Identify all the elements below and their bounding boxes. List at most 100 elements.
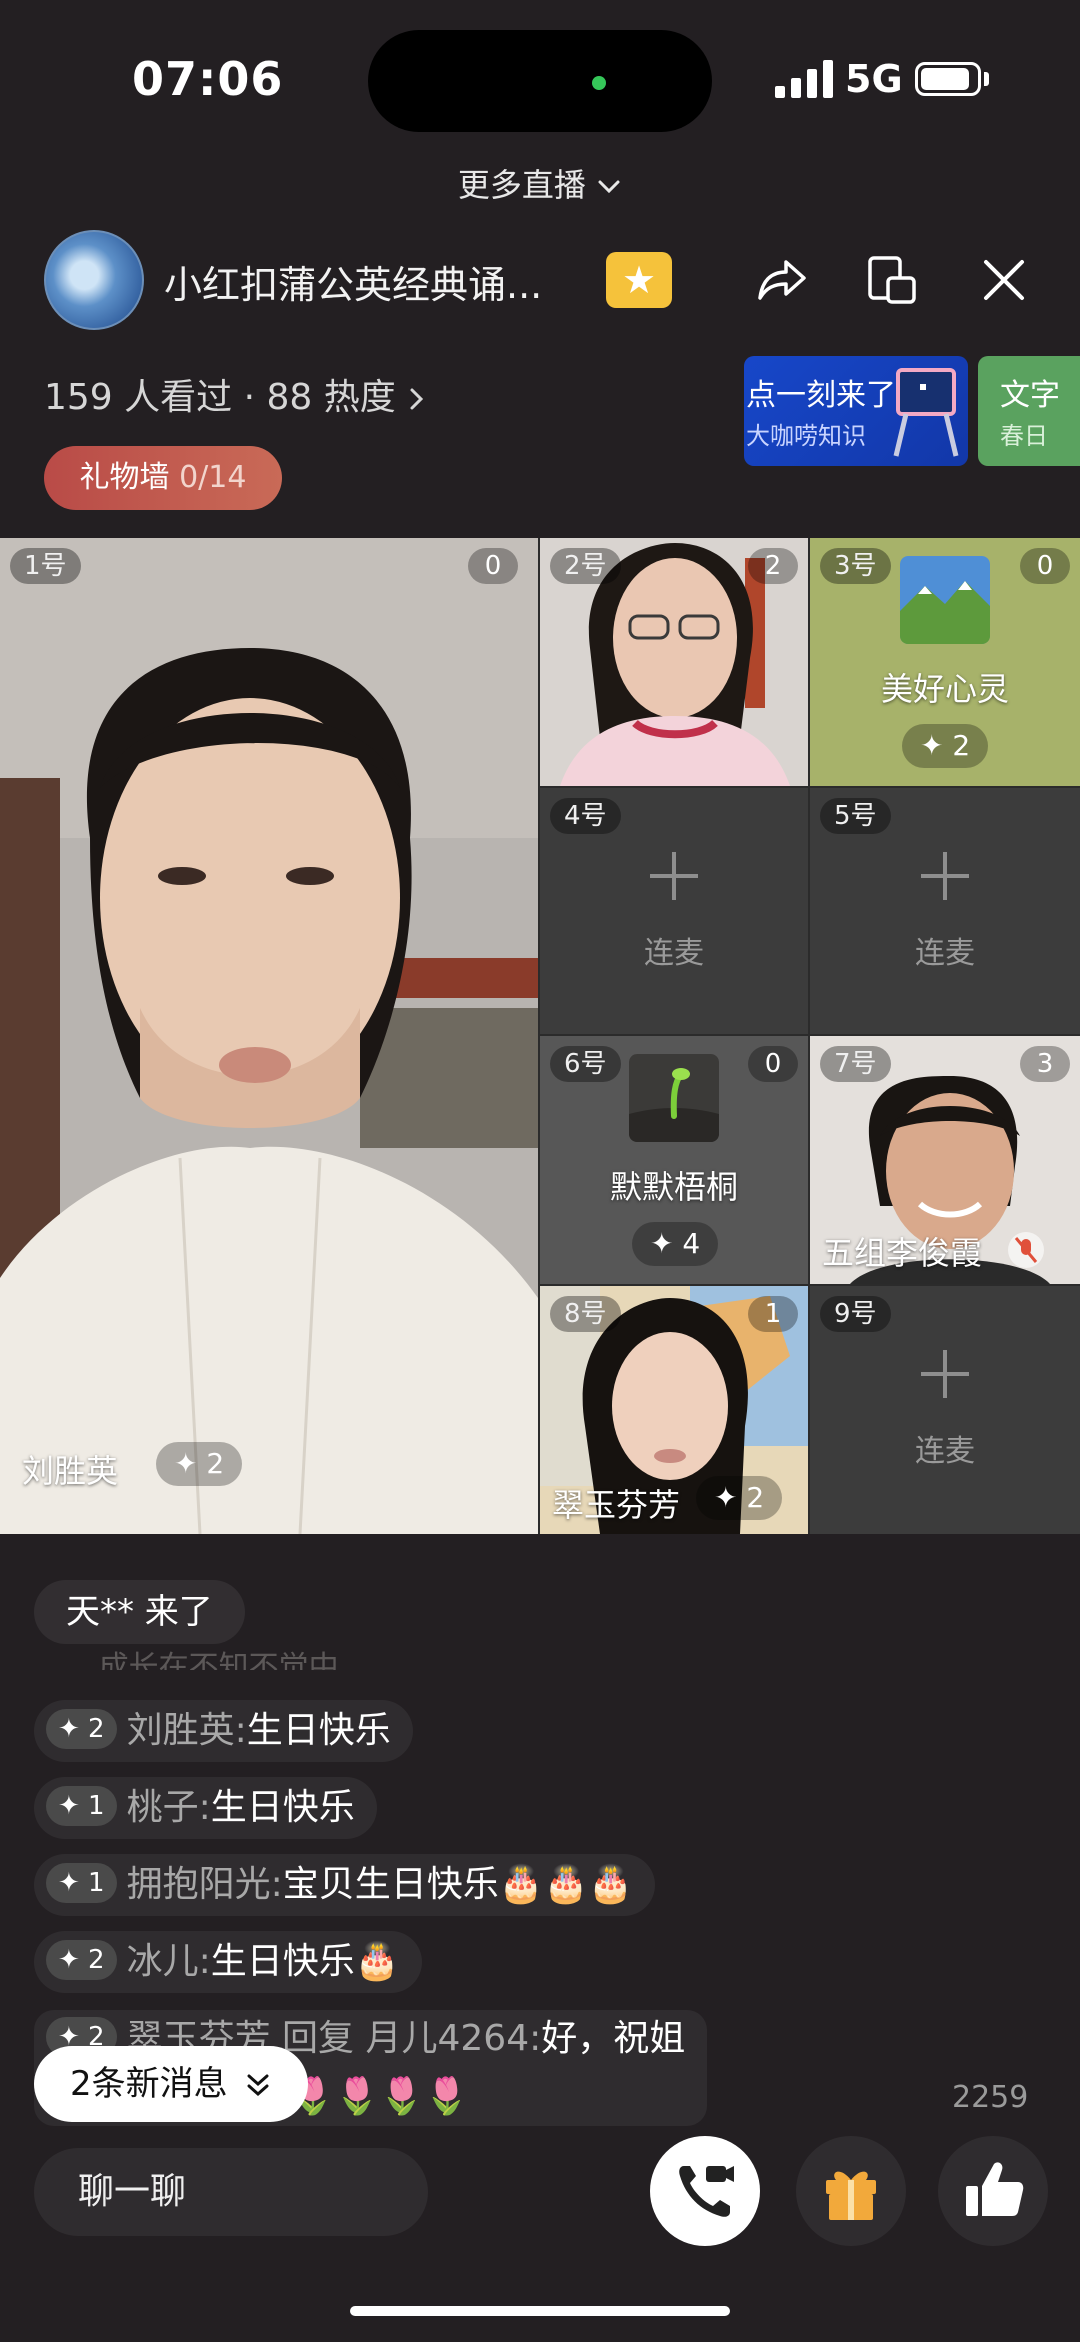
seat-gift-count: 1 (748, 1296, 798, 1332)
seat-spark-badge: ✦ 2 (902, 724, 989, 768)
chevron-down-icon (598, 180, 620, 194)
chat-input[interactable]: 聊一聊 (34, 2148, 428, 2236)
seat-spark-badge: ✦ 2 (696, 1476, 783, 1520)
seat-gift-count: 0 (468, 548, 518, 584)
new-messages-label: 2条新消息 (70, 2064, 228, 2104)
promo-subtitle: 春日 (1000, 422, 1048, 450)
home-indicator[interactable] (350, 2306, 730, 2316)
seat-number: 8号 (550, 1296, 621, 1332)
seat-7[interactable]: 7号 3 五组李俊霞 (810, 1036, 1080, 1284)
seat-4[interactable]: 4号 连麦 (540, 788, 808, 1034)
seat-8[interactable]: 8号 1 翠玉芬芳 ✦ 2 (540, 1286, 808, 1534)
plus-icon (921, 1350, 969, 1398)
dynamic-island (368, 30, 712, 132)
chat-text: 生日快乐 (246, 1710, 391, 1751)
seat-number: 5号 (820, 798, 891, 834)
star-badge-icon[interactable]: ★ (606, 252, 672, 308)
host-avatar[interactable] (44, 230, 144, 330)
gift-button[interactable] (796, 2136, 906, 2246)
chat-username[interactable]: 桃子 (127, 1787, 199, 1828)
seat-number: 6号 (550, 1046, 621, 1082)
chat-username[interactable]: 拥抱阳光 (127, 1864, 271, 1905)
chat-message[interactable]: ✦ 2 冰儿:生日快乐🎂 (34, 1931, 422, 1993)
signal-icon (775, 60, 833, 98)
seat-gift-count: 2 (748, 548, 798, 584)
gift-wall-button[interactable]: 礼物墙 0/14 (44, 446, 282, 510)
faded-chat-message: ...成长在不知不觉中 (70, 1650, 339, 1670)
chat-message[interactable]: ✦ 1 桃子:生日快乐 (34, 1777, 377, 1839)
window-mode-icon[interactable] (862, 250, 922, 310)
seat-gift-count: 3 (1020, 1046, 1070, 1082)
seat-9[interactable]: 9号 连麦 (810, 1286, 1080, 1534)
seat-spark-badge: ✦ 4 (632, 1222, 719, 1266)
seat-number: 4号 (550, 798, 621, 834)
viewer-stats[interactable]: 159 人看过 · 88 热度 (44, 368, 427, 420)
more-live-button[interactable]: 更多直播 (0, 160, 1080, 206)
chat-username[interactable]: 刘胜英 (127, 1710, 235, 1751)
video-call-button[interactable] (650, 2136, 760, 2246)
seat-1[interactable]: 1号 0 刘胜英 ✦ 2 (0, 538, 538, 1534)
seat-number: 2号 (550, 548, 621, 584)
join-mic-label: 连麦 (915, 936, 975, 971)
network-type: 5G (845, 57, 903, 101)
chat-text: 好，祝姐 (541, 2018, 686, 2059)
user-avatar (629, 1054, 719, 1142)
seat-number: 3号 (820, 548, 891, 584)
co-host-grid: 1号 0 刘胜英 ✦ 2 2号 2 3号 0 美好心灵 ✦ 2 4号 连麦 5号… (0, 538, 1080, 1534)
join-mic-label: 连麦 (644, 936, 704, 971)
seat-spark-badge: ✦ 2 (156, 1442, 243, 1486)
seat-number: 9号 (820, 1296, 891, 1332)
seat-user-name: 刘胜英 (22, 1452, 119, 1490)
seat-2[interactable]: 2号 2 (540, 538, 808, 786)
viewer-stats-text: 159 人看过 · 88 热度 (44, 377, 396, 418)
gift-wall-label: 礼物墙 (79, 460, 170, 495)
chevron-right-icon (410, 388, 424, 410)
seat-user-name: 五组李俊霞 (822, 1234, 983, 1272)
more-live-label: 更多直播 (457, 166, 586, 204)
chat-text: 生日快乐 (210, 1787, 355, 1828)
chalkboard-icon (893, 368, 959, 457)
promo-subtitle: 大咖唠知识 (746, 422, 866, 450)
battery-tip (984, 72, 989, 86)
status-time: 07:06 (132, 52, 284, 106)
close-icon[interactable] (974, 250, 1034, 310)
seat-5[interactable]: 5号 连麦 (810, 788, 1080, 1034)
plus-icon (921, 852, 969, 900)
seat-gift-count: 0 (1020, 548, 1070, 584)
user-level-badge: ✦ 2 (46, 1940, 117, 1980)
like-count: 2259 (952, 2080, 1029, 2115)
camera-indicator-icon (592, 76, 606, 90)
chat-message[interactable]: ✦ 2 刘胜英:生日快乐 (34, 1700, 413, 1762)
user-level-badge: ✦ 2 (46, 1709, 117, 1749)
join-notice: 天** 来了 (34, 1580, 245, 1644)
battery-level (921, 68, 969, 90)
mic-muted-icon (1008, 1232, 1044, 1268)
share-icon[interactable] (752, 250, 812, 310)
thumbs-up-icon (966, 2162, 1024, 2216)
seat-6[interactable]: 6号 0 默默梧桐 ✦ 4 (540, 1036, 808, 1284)
join-mic-label: 连麦 (915, 1434, 975, 1469)
room-title[interactable]: 小红扣蒲公英经典诵... (164, 254, 542, 309)
like-button[interactable] (938, 2136, 1048, 2246)
seat-number: 1号 (10, 548, 81, 584)
double-chevron-down-icon (247, 2074, 269, 2096)
promo-title: 点一刻来了 (746, 378, 896, 413)
new-messages-button[interactable]: 2条新消息 (34, 2046, 309, 2122)
chat-username[interactable]: 冰儿 (127, 1941, 199, 1982)
promo-banner-2[interactable]: 文字 春日 (978, 356, 1080, 466)
seat-3[interactable]: 3号 0 美好心灵 ✦ 2 (810, 538, 1080, 786)
promo-banner-1[interactable]: 点一刻来了 大咖唠知识 (744, 356, 968, 466)
chat-message[interactable]: ✦ 1 拥抱阳光:宝贝生日快乐🎂🎂🎂 (34, 1854, 656, 1916)
phone-video-icon (679, 2166, 734, 2217)
gift-icon (826, 2171, 876, 2220)
host-video-feed (0, 538, 538, 1534)
promo-title: 文字 (1000, 378, 1060, 413)
plus-icon (650, 852, 698, 900)
user-level-badge: ✦ 1 (46, 1863, 117, 1903)
seat-user-name: 美好心灵 (880, 670, 1009, 708)
gift-wall-count: 0/14 (179, 460, 247, 495)
user-level-badge: ✦ 1 (46, 1786, 117, 1826)
seat-user-name: 默默梧桐 (609, 1168, 738, 1206)
chat-text: 宝贝生日快乐🎂🎂🎂 (282, 1864, 634, 1905)
seat-gift-count: 0 (748, 1046, 798, 1082)
